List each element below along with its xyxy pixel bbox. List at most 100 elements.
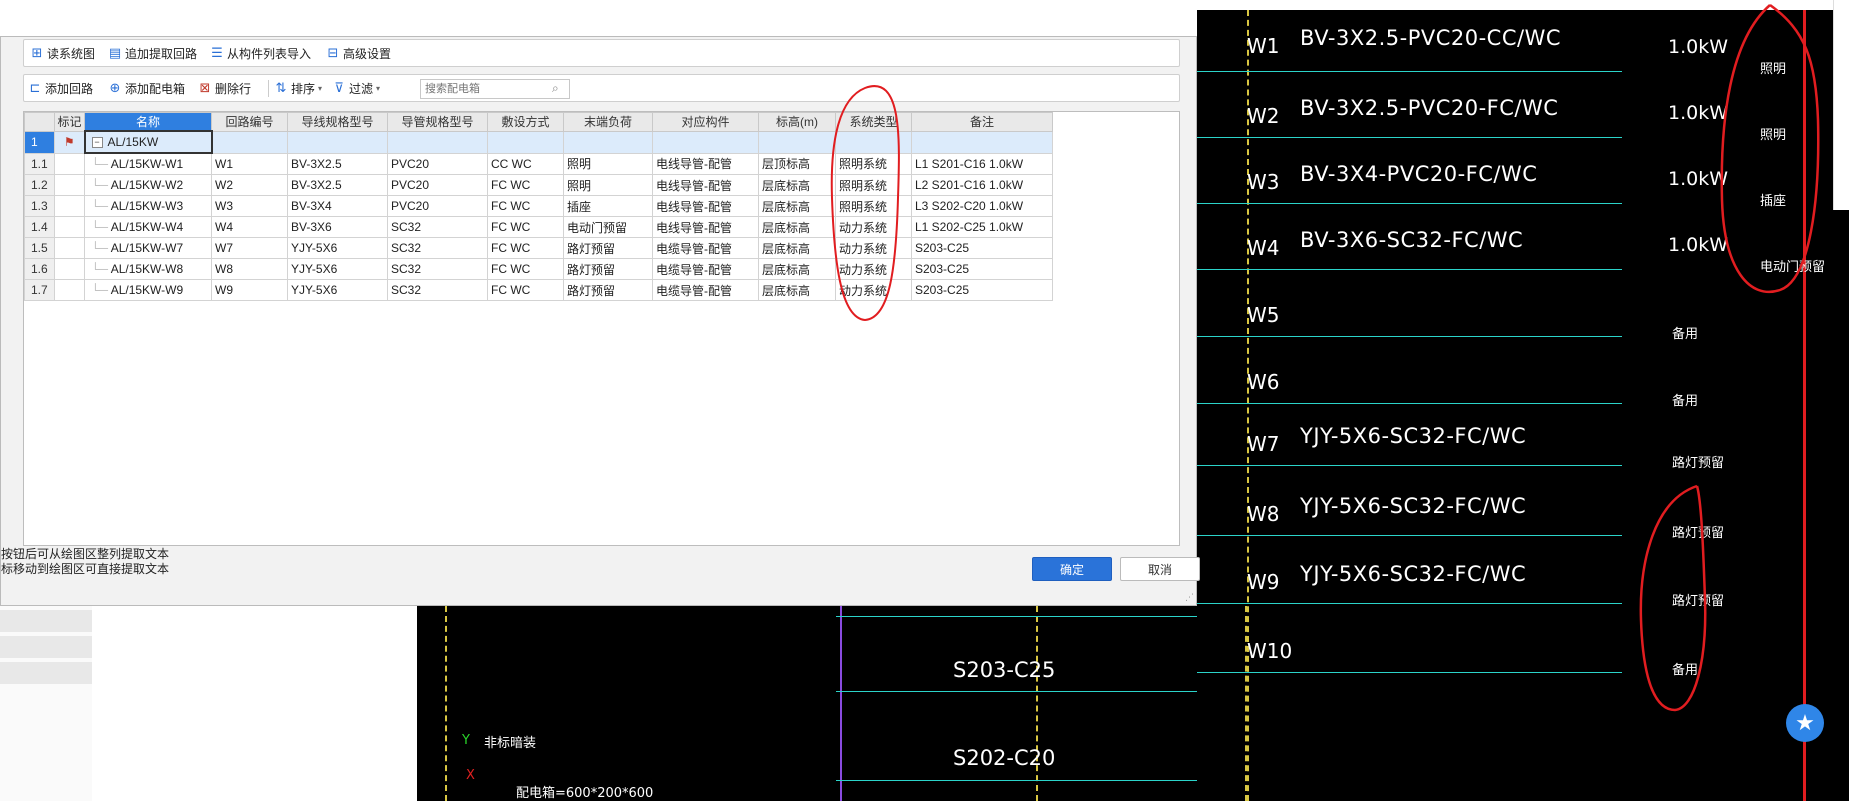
remark-cell[interactable]: S203-C25 [911, 237, 1053, 259]
remark-cell[interactable]: S203-C25 [911, 279, 1053, 301]
table-cell[interactable] [211, 130, 288, 154]
laying-cell[interactable]: FC WC [487, 174, 564, 196]
header-conduit[interactable]: 导管规格型号 [387, 112, 488, 132]
left-panel-row[interactable] [0, 610, 92, 632]
table-cell[interactable] [287, 130, 388, 154]
wire-cell[interactable]: YJY-5X6 [287, 237, 388, 259]
laying-cell[interactable]: FC WC [487, 216, 564, 238]
component-cell[interactable]: 电缆导管-配管 [652, 237, 759, 259]
circuit-cell[interactable]: W9 [211, 279, 288, 301]
table-cell[interactable] [487, 130, 564, 154]
conduit-cell[interactable]: SC32 [387, 279, 488, 301]
left-panel-row[interactable] [0, 636, 92, 658]
table-cell[interactable] [652, 130, 759, 154]
circuit-cell[interactable]: W8 [211, 258, 288, 280]
name-cell[interactable]: └─ AL/15KW-W7 [84, 237, 212, 259]
load-cell[interactable]: 插座 [563, 195, 653, 217]
mark-cell[interactable] [54, 279, 85, 301]
load-cell[interactable]: 路灯预留 [563, 279, 653, 301]
name-cell[interactable]: └─ AL/15KW-W2 [84, 174, 212, 196]
header-circuit[interactable]: 回路编号 [211, 112, 288, 132]
header-load[interactable]: 末端负荷 [563, 112, 653, 132]
resize-grip-icon[interactable]: ⋰ [1185, 592, 1194, 603]
add-box-button[interactable]: ⊕ 添加配电箱 [108, 79, 185, 97]
component-cell[interactable]: 电线导管-配管 [652, 195, 759, 217]
component-cell[interactable]: 电线导管-配管 [652, 174, 759, 196]
component-cell[interactable]: 电线导管-配管 [652, 216, 759, 238]
load-cell[interactable]: 电动门预留 [563, 216, 653, 238]
remark-cell[interactable]: S203-C25 [911, 258, 1053, 280]
component-cell[interactable]: 电线导管-配管 [652, 152, 759, 175]
name-cell[interactable]: └─ AL/15KW-W8 [84, 258, 212, 280]
append-extract-button[interactable]: ▤ 追加提取回路 [108, 44, 197, 62]
name-cell[interactable]: └─ AL/15KW-W9 [84, 279, 212, 301]
conduit-cell[interactable]: SC32 [387, 258, 488, 280]
mark-cell[interactable] [54, 216, 85, 238]
wire-cell[interactable]: YJY-5X6 [287, 258, 388, 280]
circuit-cell[interactable]: W1 [211, 152, 288, 175]
name-cell[interactable]: − AL/15KW [83, 130, 213, 154]
left-panel-row[interactable] [0, 662, 92, 684]
header-laying[interactable]: 敷设方式 [487, 112, 564, 132]
load-cell[interactable]: 照明 [563, 152, 653, 175]
conduit-cell[interactable]: SC32 [387, 237, 488, 259]
circuit-cell[interactable]: W7 [211, 237, 288, 259]
table-cell[interactable] [387, 130, 488, 154]
filter-button[interactable]: ⊽ 过滤 ▾ [332, 79, 380, 97]
laying-cell[interactable]: FC WC [487, 195, 564, 217]
circuit-cell[interactable]: W2 [211, 174, 288, 196]
remark-cell[interactable]: L2 S201-C16 1.0kW [911, 174, 1053, 196]
cad-drawing-area-lower[interactable] [417, 606, 1197, 801]
conduit-cell[interactable]: SC32 [387, 216, 488, 238]
header-remark[interactable]: 备注 [911, 112, 1053, 132]
conduit-cell[interactable]: PVC20 [387, 195, 488, 217]
load-cell[interactable]: 路灯预留 [563, 258, 653, 280]
wire-cell[interactable]: BV-3X2.5 [287, 174, 388, 196]
component-cell[interactable]: 电缆导管-配管 [652, 258, 759, 280]
add-circuit-button[interactable]: ⊏ 添加回路 [28, 79, 93, 97]
mark-cell[interactable] [54, 195, 85, 217]
read-system-button[interactable]: ⊞ 读系统图 [30, 44, 95, 62]
table-cell[interactable] [911, 130, 1053, 154]
sort-button[interactable]: ⇅ 排序 ▾ [274, 79, 322, 97]
import-from-list-button[interactable]: ☰ 从构件列表导入 [210, 44, 311, 62]
ok-button[interactable]: 确定 [1032, 557, 1112, 581]
advanced-settings-button[interactable]: ⊟ 高级设置 [326, 44, 391, 62]
collapse-icon[interactable]: − [91, 137, 103, 149]
laying-cell[interactable]: CC WC [487, 152, 564, 175]
wire-cell[interactable]: BV-3X2.5 [287, 152, 388, 175]
circuit-cell[interactable]: W4 [211, 216, 288, 238]
laying-cell[interactable]: FC WC [487, 279, 564, 301]
circuit-cell[interactable]: W3 [211, 195, 288, 217]
conduit-cell[interactable]: PVC20 [387, 174, 488, 196]
delete-row-button[interactable]: ⊠ 删除行 [198, 79, 251, 97]
mark-cell[interactable] [54, 237, 85, 259]
mark-cell[interactable] [54, 258, 85, 280]
component-cell[interactable]: 电缆导管-配管 [652, 279, 759, 301]
name-cell[interactable]: └─ AL/15KW-W1 [84, 152, 212, 175]
wire-cell[interactable]: YJY-5X6 [287, 279, 388, 301]
mark-cell[interactable]: ⚑ [54, 130, 85, 154]
header-wire[interactable]: 导线规格型号 [287, 112, 388, 132]
laying-cell[interactable]: FC WC [487, 237, 564, 259]
remark-cell[interactable]: L3 S202-C20 1.0kW [911, 195, 1053, 217]
mark-cell[interactable] [54, 174, 85, 196]
header-name[interactable]: 名称 [84, 112, 212, 132]
cancel-button[interactable]: 取消 [1120, 557, 1200, 581]
name-cell[interactable]: └─ AL/15KW-W3 [84, 195, 212, 217]
favorite-star-button[interactable]: ★ [1786, 704, 1824, 742]
search-box-input[interactable] [420, 79, 570, 99]
remark-cell[interactable]: L1 S201-C16 1.0kW [911, 152, 1053, 175]
laying-cell[interactable]: FC WC [487, 258, 564, 280]
conduit-cell[interactable]: PVC20 [387, 152, 488, 175]
load-cell[interactable]: 路灯预留 [563, 237, 653, 259]
wire-cell[interactable]: BV-3X4 [287, 195, 388, 217]
mark-cell[interactable] [54, 152, 85, 175]
remark-cell[interactable]: L1 S202-C25 1.0kW [911, 216, 1053, 238]
table-cell[interactable] [563, 130, 653, 154]
wire-cell[interactable]: BV-3X6 [287, 216, 388, 238]
header-mark[interactable]: 标记 [54, 112, 85, 132]
header-component[interactable]: 对应构件 [652, 112, 759, 132]
load-cell[interactable]: 照明 [563, 174, 653, 196]
name-cell[interactable]: └─ AL/15KW-W4 [84, 216, 212, 238]
